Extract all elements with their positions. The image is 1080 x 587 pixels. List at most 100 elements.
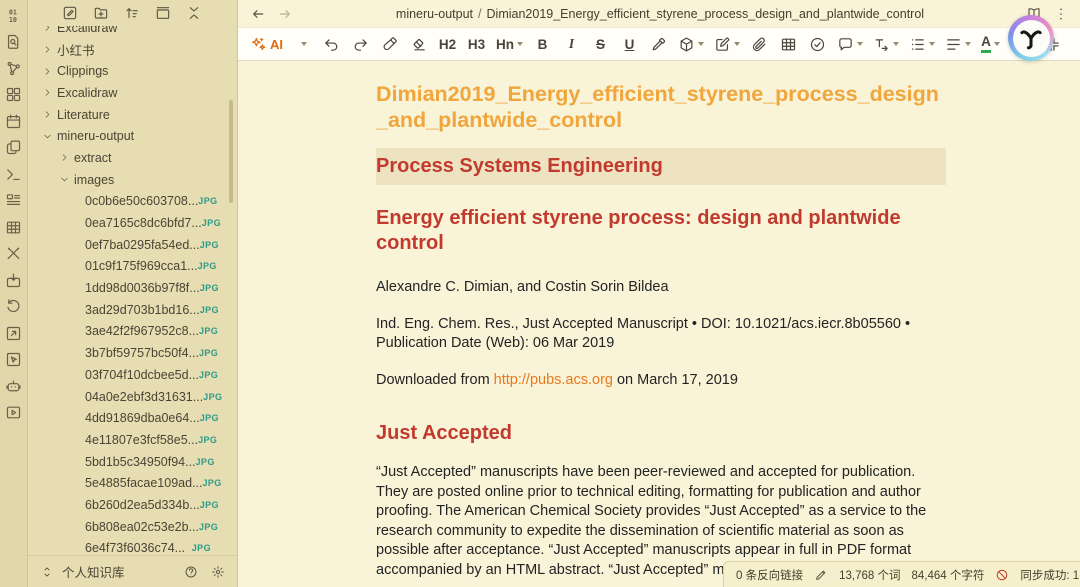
paragraph[interactable]: Alexandre C. Dimian, and Costin Sorin Bi… <box>376 278 946 298</box>
bold-button[interactable]: B <box>531 32 554 56</box>
undo-button[interactable] <box>320 32 343 56</box>
format-painter-button[interactable] <box>378 32 401 56</box>
insert-button[interactable] <box>712 32 742 56</box>
tree-item-file[interactable]: 03f704f10dcbee5d...JPG <box>28 364 237 386</box>
tree-item-file[interactable]: 0c0b6e50c603708...JPG <box>28 191 237 213</box>
dock-item-kanban[interactable] <box>5 192 23 210</box>
dock-item-widgets-grid[interactable] <box>5 86 23 104</box>
tree-item-file[interactable]: 3ae42f2f967952c8...JPG <box>28 321 237 343</box>
task-button[interactable] <box>806 32 829 56</box>
chevron-down-icon[interactable] <box>59 174 70 185</box>
tree-item-file[interactable]: 6b260d2ea5d334b...JPG <box>28 494 237 516</box>
heading-more-button[interactable]: Hn <box>494 32 525 56</box>
tree-item-folder[interactable]: images <box>28 169 237 191</box>
block-type-button[interactable] <box>676 32 706 56</box>
tree-item-folder[interactable]: 小红书 <box>28 39 237 61</box>
assistant-logo-button[interactable] <box>1008 15 1054 61</box>
expand-doc-tree-button[interactable] <box>155 5 172 22</box>
eraser-button[interactable] <box>407 32 430 56</box>
chevron-right-icon[interactable] <box>59 152 70 163</box>
comment-button[interactable] <box>835 32 865 56</box>
new-doc-button[interactable] <box>62 5 79 22</box>
strikethrough-button[interactable]: S <box>589 32 612 56</box>
collapse-doc-tree-button[interactable] <box>186 5 203 22</box>
word-count[interactable]: 13,768 个词 <box>839 567 900 583</box>
underline-button[interactable]: U <box>618 32 641 56</box>
workspace-switcher-icon[interactable] <box>40 565 54 579</box>
dock-item-spreadsheet[interactable] <box>5 218 23 236</box>
tree-item-file[interactable]: 6b808ea02c53e2b...JPG <box>28 516 237 538</box>
new-notebook-button[interactable] <box>93 5 110 22</box>
settings-button[interactable] <box>211 565 225 579</box>
chevron-right-icon[interactable] <box>42 26 53 33</box>
heading2-button[interactable]: H2 <box>436 32 459 56</box>
workspace-name[interactable]: 个人知识库 <box>62 562 125 581</box>
ai-dropdown-button[interactable] <box>291 32 314 56</box>
ai-button[interactable]: AI <box>248 32 285 56</box>
pen-button[interactable] <box>647 32 670 56</box>
dock-item-graph-view[interactable] <box>5 59 23 77</box>
dock-item-tools[interactable] <box>5 245 23 263</box>
dock-item-terminal[interactable] <box>5 165 23 183</box>
font-color-button[interactable]: A <box>979 32 1002 56</box>
tree-item-file[interactable]: 04a0e2ebf3d31631...JPG <box>28 386 237 408</box>
dock-item-calendar[interactable] <box>5 112 23 130</box>
dock-item-history[interactable] <box>5 298 23 316</box>
dock-item-widget-pointer[interactable] <box>5 351 23 369</box>
backlinks-count[interactable]: 0 条反向链接 <box>736 567 803 583</box>
breadcrumb[interactable]: mineru-output/Dimian2019_Energy_efficien… <box>304 7 1016 21</box>
align-button[interactable] <box>943 32 973 56</box>
paragraph[interactable]: Ind. Eng. Chem. Res., Just Accepted Manu… <box>376 315 946 354</box>
tree-item-file[interactable]: 4e11807e3fcf58e5...JPG <box>28 429 237 451</box>
tree-item-folder[interactable]: Literature <box>28 104 237 126</box>
dock-item-binary-notes[interactable]: 0110 <box>5 6 23 24</box>
tree-item-file[interactable]: 0ef7ba0295fa54ed...JPG <box>28 234 237 256</box>
tree-item-file[interactable]: 6e4f73f6036c74...JPG <box>28 538 237 556</box>
help-button[interactable] <box>184 565 198 579</box>
list-button[interactable] <box>907 32 937 56</box>
chevron-down-icon[interactable] <box>42 131 53 142</box>
tree-item-file[interactable]: 3b7bf59757bc50f4...JPG <box>28 342 237 364</box>
tree-item-folder[interactable]: extract <box>28 147 237 169</box>
tree-item-folder[interactable]: Excalidraw <box>28 82 237 104</box>
edit-icon[interactable] <box>814 568 828 582</box>
document-canvas[interactable]: Dimian2019_Energy_efficient_styrene_proc… <box>238 61 1080 587</box>
table-button[interactable] <box>777 32 800 56</box>
more-menu-button[interactable] <box>1053 5 1070 22</box>
tree-item-file[interactable]: 0ea7165c8dc6bfd7...JPG <box>28 212 237 234</box>
tree-item-file[interactable]: 01c9f175f969cca1...JPG <box>28 256 237 278</box>
tree-item-file[interactable]: 3ad29d703b1bd16...JPG <box>28 299 237 321</box>
chevron-right-icon[interactable] <box>42 66 53 77</box>
tree-item-folder[interactable]: mineru-output <box>28 125 237 147</box>
document-title[interactable]: Dimian2019_Energy_efficient_styrene_proc… <box>376 81 946 133</box>
section-heading[interactable]: Energy efficient styrene process: design… <box>376 206 946 256</box>
chevron-right-icon[interactable] <box>42 44 53 55</box>
dock-item-bot[interactable] <box>5 377 23 395</box>
breadcrumb-title[interactable]: Dimian2019_Energy_efficient_styrene_proc… <box>487 7 925 21</box>
tree-item-folder[interactable]: Excalidraw <box>28 26 237 39</box>
file-tree-scrollbar[interactable] <box>229 100 233 203</box>
dock-item-video[interactable] <box>5 404 23 422</box>
sort-button[interactable] <box>124 5 141 22</box>
tree-item-file[interactable]: 5bd1b5c34950f94...JPG <box>28 451 237 473</box>
text-spacing-button[interactable] <box>871 32 901 56</box>
dock-item-copies[interactable] <box>5 139 23 157</box>
highlighted-heading-block[interactable]: Process Systems Engineering <box>376 148 946 185</box>
italic-button[interactable]: I <box>560 32 583 56</box>
tree-item-folder[interactable]: Clippings <box>28 60 237 82</box>
external-link[interactable]: http://pubs.acs.org <box>494 372 613 388</box>
tree-item-file[interactable]: 1dd98d0036b97f8f...JPG <box>28 277 237 299</box>
redo-button[interactable] <box>349 32 372 56</box>
paragraph-with-link[interactable]: Downloaded from http://pubs.acs.org on M… <box>376 371 946 391</box>
chevron-right-icon[interactable] <box>42 109 53 120</box>
sync-status[interactable]: 同步成功: 1 小时前 <box>1020 567 1080 583</box>
dock-item-document-search[interactable] <box>5 33 23 51</box>
attachment-button[interactable] <box>748 32 771 56</box>
dock-item-importer[interactable] <box>5 271 23 289</box>
forward-button[interactable] <box>277 5 294 22</box>
sync-off-icon[interactable] <box>995 568 1009 582</box>
char-count[interactable]: 84,464 个字符 <box>911 567 984 583</box>
tree-item-file[interactable]: 5e4885facae109ad...JPG <box>28 472 237 494</box>
tree-item-file[interactable]: 4dd91869dba0e64...JPG <box>28 407 237 429</box>
back-button[interactable] <box>250 5 267 22</box>
